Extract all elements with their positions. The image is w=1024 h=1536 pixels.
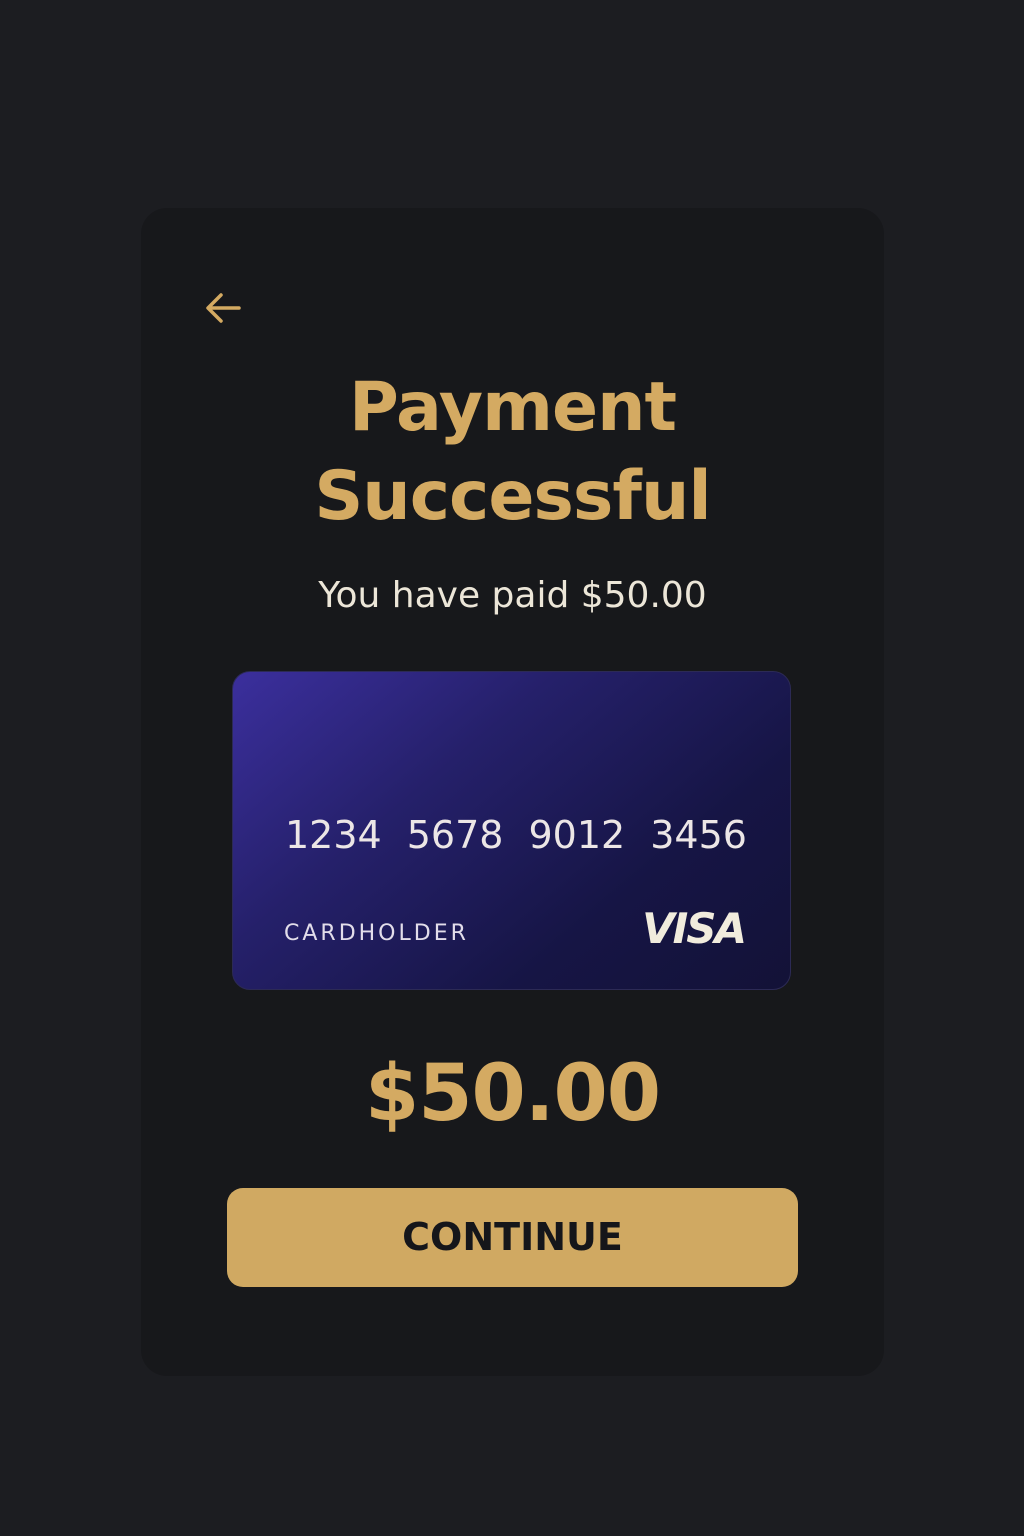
arrow-left-icon — [206, 293, 241, 323]
title-line-2: Successful — [314, 457, 711, 536]
card-number-group-2: 5678 — [406, 813, 504, 857]
title-line-1: Payment — [348, 368, 677, 447]
card-number-group-1: 1234 — [285, 813, 382, 857]
continue-button[interactable]: CONTINUE — [227, 1188, 798, 1287]
card-number-group-3: 9012 — [528, 813, 626, 857]
page-title: Payment Successful — [141, 363, 884, 541]
card-number: 1234 5678 9012 3456 — [285, 812, 747, 858]
payment-card: 1234 5678 9012 3456 CARDHOLDER VISA — [232, 671, 791, 990]
back-button[interactable] — [199, 284, 247, 332]
card-number-group-4: 3456 — [650, 813, 747, 857]
paid-amount: $50.00 — [365, 1049, 661, 1139]
cardholder-label: CARDHOLDER — [284, 921, 469, 946]
payment-message: You have paid $50.00 — [318, 575, 707, 616]
payment-success-screen: Payment Successful You have paid $50.00 … — [141, 208, 884, 1376]
visa-logo: VISA — [642, 904, 747, 953]
